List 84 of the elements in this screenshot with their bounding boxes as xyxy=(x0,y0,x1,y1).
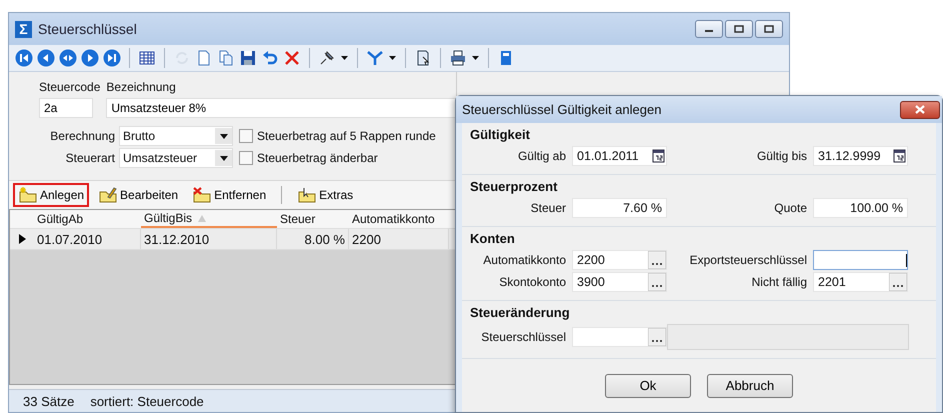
dialog-title: Steuerschlüssel Gültigkeit anlegen xyxy=(462,102,662,117)
field-label: Bezeichnung xyxy=(106,80,177,94)
dropdown-field[interactable]: Brutto xyxy=(119,126,233,146)
field-label: Nicht fällig xyxy=(750,275,807,289)
table-cell: 31.12.2010 xyxy=(141,229,277,249)
printer-icon[interactable] xyxy=(449,49,467,67)
field-label: Quote xyxy=(773,201,807,215)
input-field[interactable]: 3900 xyxy=(572,272,667,292)
field-label: Steuerart xyxy=(64,151,115,165)
field-label: Exportsteuerschlüssel xyxy=(688,253,807,267)
column-header[interactable]: Steuer xyxy=(277,210,349,228)
dropdown-field[interactable]: Umsatzsteuer xyxy=(119,148,233,168)
column-header[interactable]: Automatikkonto xyxy=(349,210,449,228)
minimize-button[interactable] xyxy=(695,20,723,38)
previous-record-icon[interactable] xyxy=(37,49,55,67)
input-field[interactable]: 2201 xyxy=(813,272,908,292)
close-icon xyxy=(915,105,925,114)
checkbox[interactable] xyxy=(239,151,253,165)
section-title: Konten xyxy=(470,231,516,246)
dropdown-arrow-icon[interactable] xyxy=(220,134,228,138)
undo-icon[interactable] xyxy=(261,49,279,67)
save-icon[interactable] xyxy=(239,49,257,67)
restore-button[interactable] xyxy=(755,20,783,38)
close-button[interactable] xyxy=(900,100,940,118)
delete-icon[interactable] xyxy=(283,49,301,67)
checkbox-label: Steuerbetrag änderbar xyxy=(257,151,378,165)
calendar-icon[interactable] xyxy=(652,148,666,164)
dropdown-arrow-icon[interactable] xyxy=(220,156,228,160)
action-button[interactable]: Anlegen xyxy=(13,183,90,207)
field-label: Gültig ab xyxy=(516,149,566,163)
window-title: Steuerschlüssel xyxy=(38,21,137,37)
section-title: Steueränderung xyxy=(470,305,571,320)
status-text: sortiert: Steuercode xyxy=(90,394,204,408)
both-ways-icon[interactable] xyxy=(59,49,77,67)
filter-icon[interactable] xyxy=(366,49,384,67)
table-cell: 2200 xyxy=(349,229,449,249)
pin-icon[interactable] xyxy=(318,49,336,67)
new-folder-icon xyxy=(18,187,38,203)
action-button[interactable]: Entfernen xyxy=(187,183,272,207)
field-label: Steuer xyxy=(530,201,566,215)
field-label: Steuerschlüssel xyxy=(480,330,566,344)
table-cell: 8.00 % xyxy=(277,229,349,249)
section-title: Gültigkeit xyxy=(470,127,531,142)
next-record-icon[interactable] xyxy=(81,49,99,67)
copy-icon[interactable] xyxy=(217,49,235,67)
field-label: Gültig bis xyxy=(756,149,807,163)
first-record-icon[interactable] xyxy=(15,49,33,67)
restore-icon xyxy=(764,25,774,33)
dialog-button[interactable]: Ok xyxy=(605,374,691,398)
calendar-icon[interactable] xyxy=(893,148,907,164)
description-field[interactable]: Umsatzsteuer 8% xyxy=(106,98,456,118)
column-header[interactable]: GültigAb xyxy=(34,210,141,228)
remove-folder-icon xyxy=(192,187,212,203)
more-options-icon[interactable] xyxy=(648,273,666,291)
field-label: Skontokonto xyxy=(498,275,566,289)
input-field[interactable]: 01.01.2011 xyxy=(572,146,667,166)
tax-code-field[interactable]: 2a xyxy=(39,98,93,118)
more-options-icon[interactable] xyxy=(889,273,907,291)
checkbox-label: Steuerbetrag auf 5 Rappen runde xyxy=(257,129,436,143)
maximize-button[interactable] xyxy=(725,20,753,38)
field-label: Automatikkonto xyxy=(482,253,566,267)
app-icon: Σ xyxy=(15,20,32,38)
extras-folder-icon xyxy=(297,187,318,203)
action-button[interactable]: Extras xyxy=(292,183,358,207)
field-label: Steuercode xyxy=(39,80,100,94)
input-field[interactable] xyxy=(813,250,908,270)
checkbox[interactable] xyxy=(239,129,253,143)
section-title: Steuerprozent xyxy=(470,179,558,194)
dialog-button[interactable]: Abbruch xyxy=(707,374,793,398)
input-field[interactable]: 31.12.9999 xyxy=(813,146,908,166)
input-field[interactable]: 100.00 % xyxy=(813,198,908,218)
more-options-icon[interactable] xyxy=(648,251,666,269)
edit-folder-icon xyxy=(98,187,118,203)
more-options-icon[interactable] xyxy=(648,328,666,346)
status-text: 33 Sätze xyxy=(23,394,74,408)
action-button[interactable]: Bearbeiten xyxy=(93,183,184,207)
table-icon[interactable] xyxy=(138,49,156,67)
sort-ascending-icon xyxy=(198,214,206,222)
maximize-icon xyxy=(734,25,744,33)
table-cell: 01.07.2010 xyxy=(34,229,141,249)
last-record-icon[interactable] xyxy=(103,49,121,67)
input-field[interactable]: 7.60 % xyxy=(572,198,667,218)
field-label: Berechnung xyxy=(49,129,115,143)
input-field[interactable]: 2200 xyxy=(572,250,667,270)
